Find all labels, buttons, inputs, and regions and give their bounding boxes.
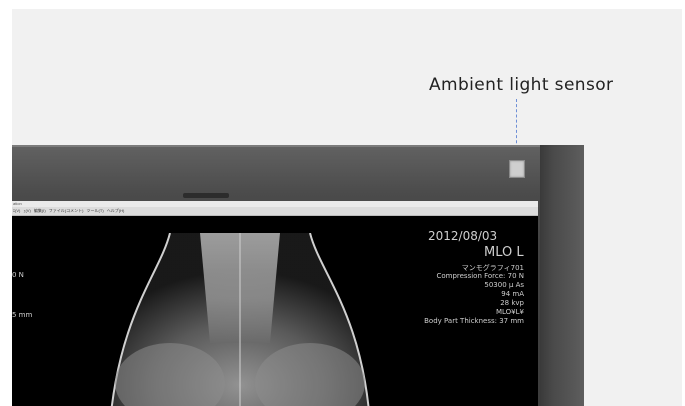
overlay-line: Compression Force: 70 N [436, 272, 524, 280]
mammogram-image [110, 233, 370, 406]
product-photo: Ambient light sensor ation ｴ(V) ｪ(V) 編集(… [12, 9, 682, 406]
monitor-screen: ation ｴ(V) ｪ(V) 編集(I) ファイル(コメント) ツール(T) … [12, 201, 538, 406]
view-label: MLO L [484, 245, 524, 260]
bezel-side [540, 145, 584, 406]
overlay-line: 28 kvp [500, 299, 524, 307]
bezel-highlight [12, 145, 584, 147]
overlay-left-mm: 5 mm [12, 311, 33, 319]
ambient-light-sensor-icon [509, 160, 525, 178]
overlay-line: 94 mA [501, 290, 524, 298]
overlay-line: 50300 μ As [484, 281, 524, 289]
callout-label: Ambient light sensor [429, 75, 614, 95]
overlay-left-force: 0 N [12, 271, 24, 279]
study-date: 2012/08/03 [428, 229, 498, 243]
bezel-notch [183, 193, 229, 198]
viewer-menu-bar: ｴ(V) ｪ(V) 編集(I) ファイル(コメント) ツール(T) ヘルプ(H) [12, 207, 538, 216]
overlay-line: MLO¥L¥ [495, 308, 524, 316]
overlay-line: Body Part Thickness: 37 mm [424, 317, 524, 325]
